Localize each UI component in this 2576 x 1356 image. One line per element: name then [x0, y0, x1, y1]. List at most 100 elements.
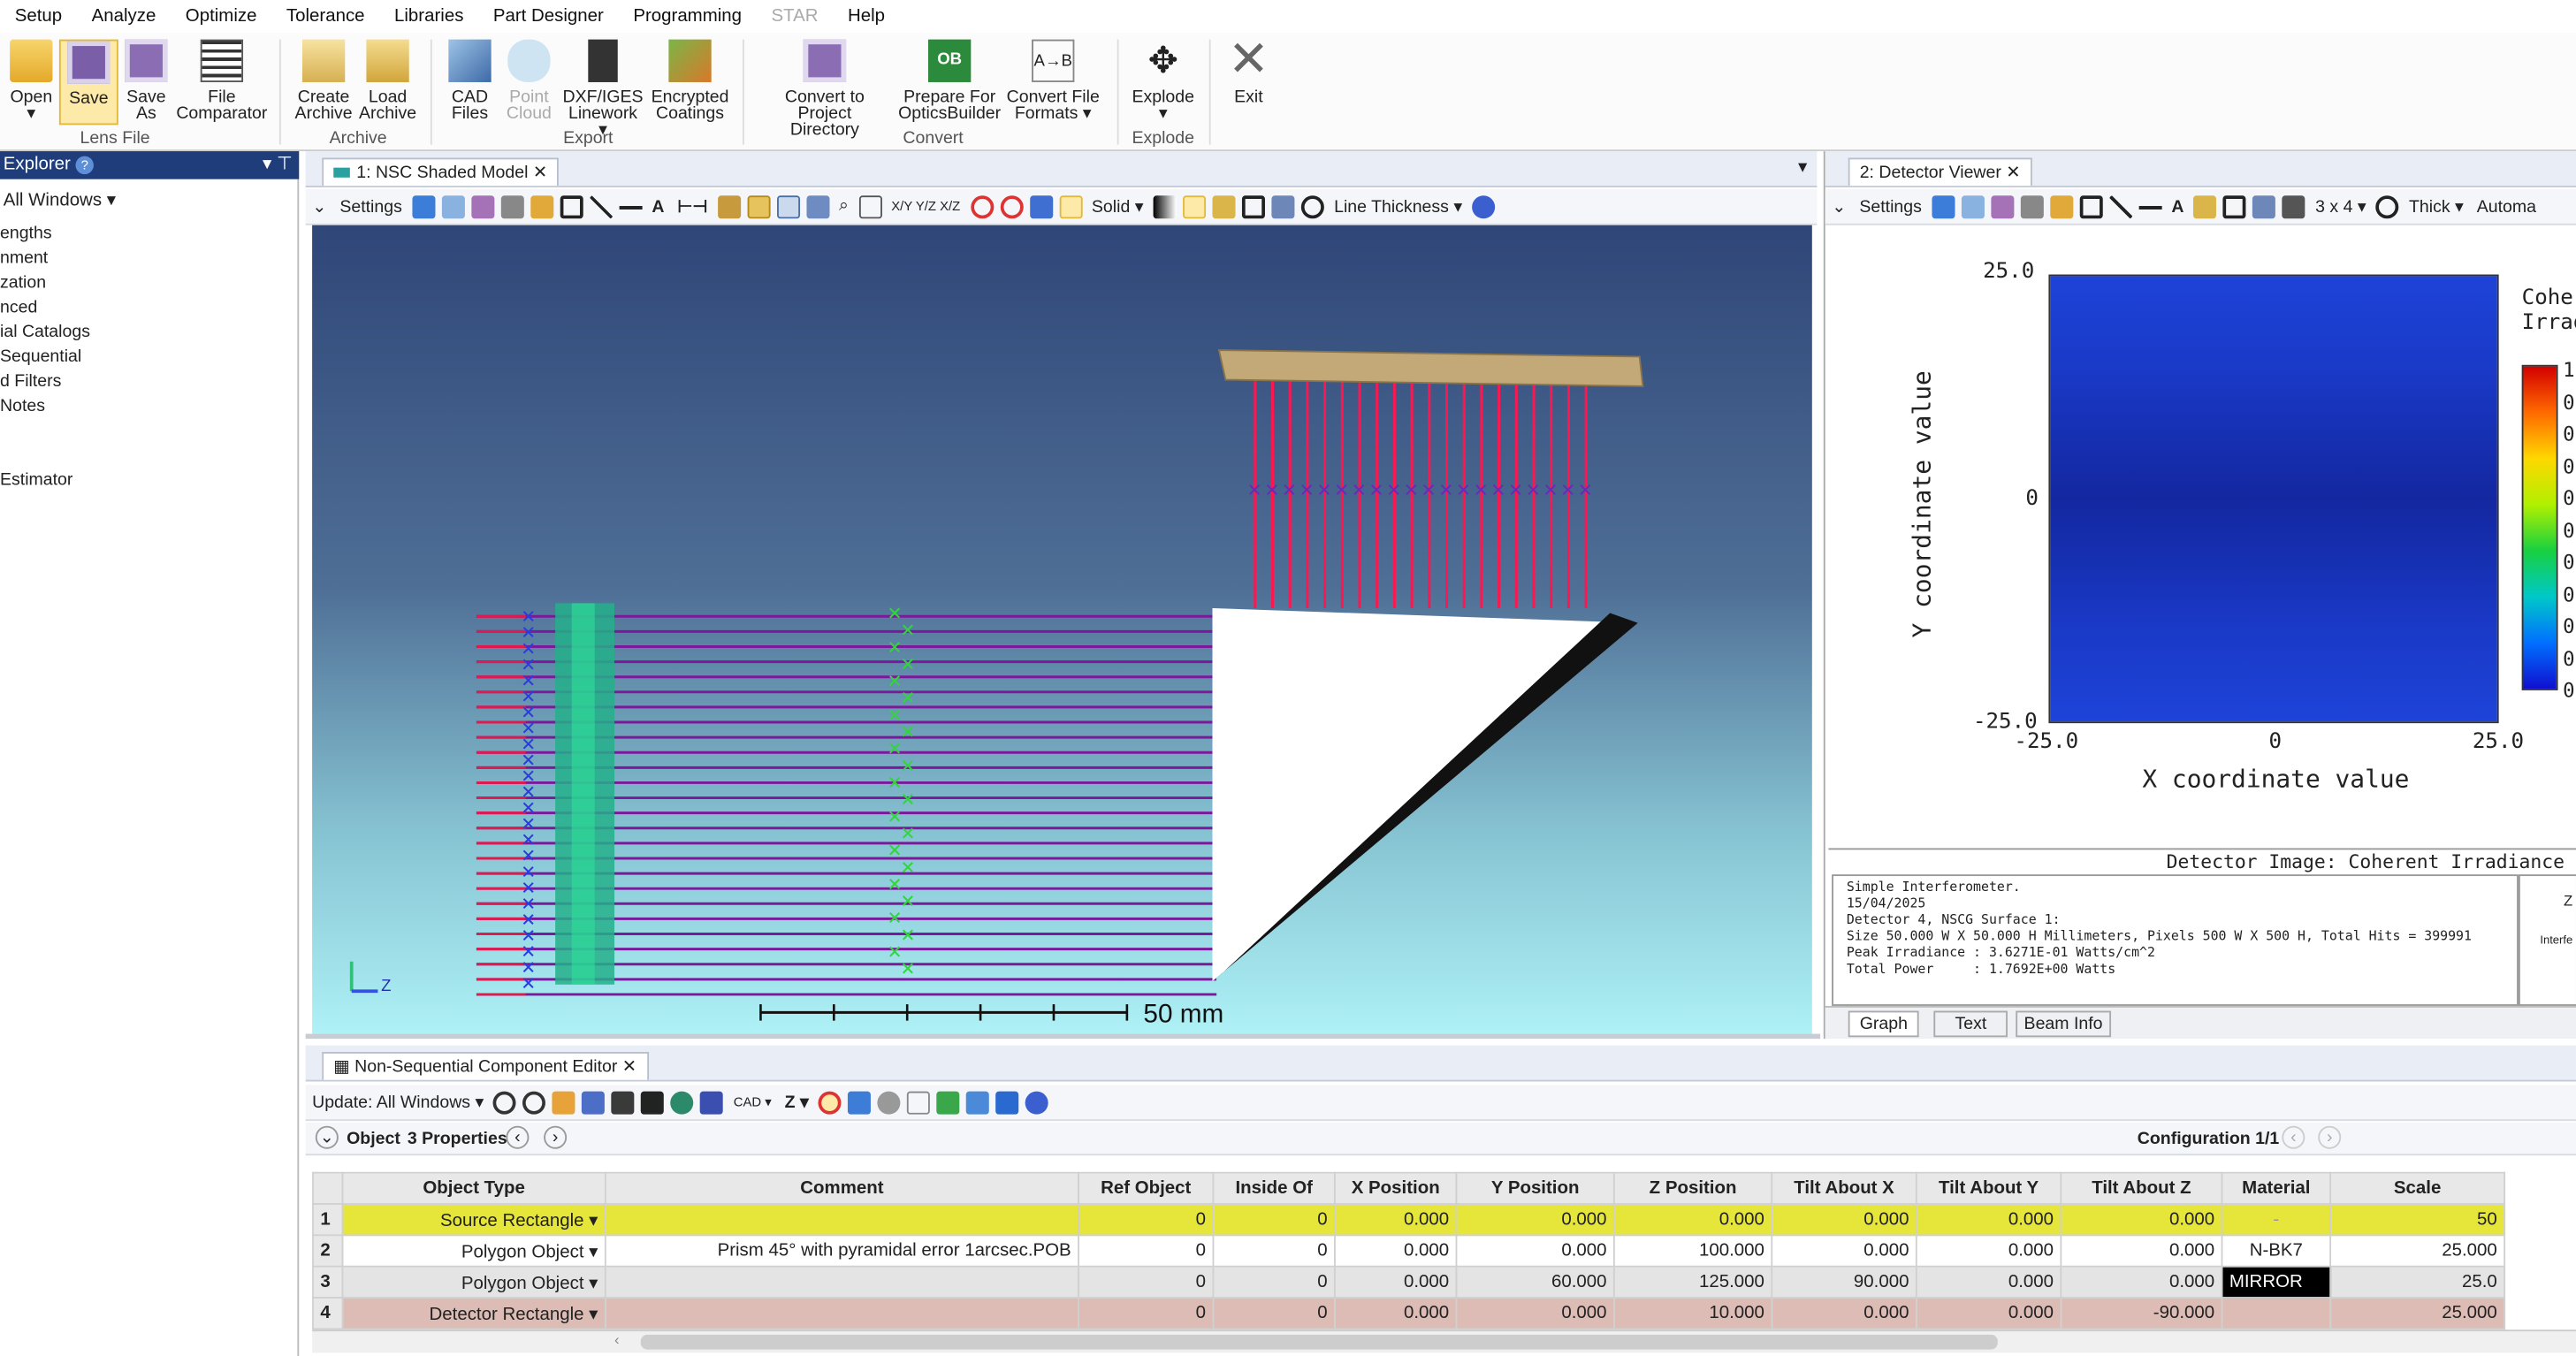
swap-icon[interactable]: [936, 1090, 960, 1114]
window-icon[interactable]: [1271, 194, 1295, 218]
menu-optimize[interactable]: Optimize: [171, 6, 271, 26]
config-next-icon[interactable]: ›: [2318, 1125, 2342, 1149]
menu-help[interactable]: Help: [833, 6, 899, 26]
encrypted-coatings-button[interactable]: Encrypted Coatings: [651, 39, 729, 122]
prev-icon[interactable]: ‹: [506, 1125, 530, 1149]
settings-button[interactable]: Settings: [339, 196, 402, 216]
explorer-item[interactable]: d Filters: [0, 371, 61, 391]
table-cell[interactable]: Source Rectangle ▾: [341, 1203, 606, 1237]
close-icon[interactable]: ✕: [533, 163, 547, 182]
menu-programming[interactable]: Programming: [619, 6, 757, 26]
table-cell[interactable]: 0.000: [2060, 1234, 2223, 1268]
column-header[interactable]: Z Position: [1612, 1171, 1773, 1205]
table-cell[interactable]: 0.000: [1334, 1297, 1458, 1330]
text-icon[interactable]: A: [652, 196, 664, 216]
table-cell[interactable]: 25.000: [2329, 1234, 2506, 1268]
gradient-icon[interactable]: [1153, 194, 1177, 218]
table-cell[interactable]: 0.000: [1915, 1297, 2062, 1330]
table-cell[interactable]: 25.0: [2329, 1265, 2506, 1299]
layout-icon[interactable]: [612, 1090, 636, 1114]
table-cell[interactable]: 0.000: [2060, 1265, 2223, 1299]
view-xy-icon[interactable]: X/Y Y/Z X/Z: [891, 199, 960, 214]
zoom-box-icon[interactable]: [776, 194, 800, 218]
zoom-icon[interactable]: ⌕: [839, 195, 849, 217]
column-header[interactable]: X Position: [1334, 1171, 1458, 1205]
left-right-arrow-icon[interactable]: [966, 1090, 990, 1114]
pencil-icon[interactable]: [530, 194, 553, 218]
line-icon[interactable]: [619, 194, 643, 218]
help-icon[interactable]: [1025, 1090, 1049, 1114]
table-row[interactable]: 4 Detector Rectangle ▾ 0 0 0.000 0.000 10.000 0…: [312, 1297, 2506, 1330]
column-header[interactable]: Ref Object: [1078, 1171, 1215, 1205]
table-cell[interactable]: [604, 1297, 1079, 1330]
text-icon[interactable]: A: [2171, 196, 2184, 216]
next-icon[interactable]: ›: [544, 1125, 568, 1149]
save-button[interactable]: Save: [58, 39, 118, 126]
table-cell[interactable]: 100.000: [1612, 1234, 1773, 1268]
table-cell[interactable]: 0: [1212, 1297, 1336, 1330]
create-archive-button[interactable]: Create Archive: [293, 39, 355, 122]
gear-icon[interactable]: [522, 1090, 546, 1114]
rectangle-icon[interactable]: [2079, 194, 2103, 218]
layout-icon[interactable]: [2223, 194, 2247, 218]
table-cell[interactable]: -: [2221, 1203, 2332, 1237]
tab-graph[interactable]: Graph: [1848, 1010, 1919, 1038]
table-cell[interactable]: 0: [1212, 1203, 1336, 1237]
solid-dropdown[interactable]: Solid ▾: [1092, 196, 1144, 216]
exit-button[interactable]: ✕ Exit: [1219, 35, 1278, 105]
line-thickness-dropdown[interactable]: Line Thickness ▾: [1334, 196, 1462, 216]
print-icon[interactable]: [500, 194, 524, 218]
tab-detector-viewer[interactable]: 2: Detector Viewer ✕: [1848, 157, 2032, 187]
table-cell[interactable]: 0.000: [1334, 1265, 1458, 1299]
table-cell[interactable]: 0.000: [1915, 1265, 2062, 1299]
column-header[interactable]: Scale: [2329, 1171, 2506, 1205]
horizontal-scrollbar[interactable]: ‹: [312, 1329, 2576, 1353]
table-cell[interactable]: 0.000: [1455, 1234, 1615, 1268]
rectangle-icon[interactable]: [560, 194, 583, 218]
table-cell[interactable]: 0.000: [2060, 1203, 2223, 1237]
prepare-opticsbuilder-button[interactable]: OB Prepare For OpticsBuilder: [897, 39, 1002, 122]
tab-beam-info[interactable]: Beam Info: [2016, 1010, 2111, 1038]
copy-icon[interactable]: [441, 194, 465, 218]
window-icon[interactable]: [2252, 194, 2276, 218]
lock-icon[interactable]: [1212, 194, 1236, 218]
table-cell[interactable]: 0.000: [1455, 1203, 1615, 1237]
no-rays-icon[interactable]: [970, 194, 994, 218]
properties-label[interactable]: 3 Properties: [408, 1129, 507, 1148]
frame-icon[interactable]: [1058, 194, 1082, 218]
right-arrow-icon[interactable]: [995, 1090, 1019, 1114]
column-header[interactable]: Material: [2221, 1171, 2332, 1205]
table-cell[interactable]: 25.000: [2329, 1297, 2506, 1330]
table-cell[interactable]: Polygon Object ▾: [341, 1234, 606, 1268]
table-cell[interactable]: 125.000: [1612, 1265, 1773, 1299]
ray-trace-icon[interactable]: [582, 1090, 606, 1114]
menu-star[interactable]: STAR: [757, 6, 833, 26]
column-header[interactable]: Tilt About X: [1771, 1171, 1917, 1205]
layers-icon[interactable]: [2282, 194, 2306, 218]
explorer-item[interactable]: nment: [0, 248, 48, 268]
close-icon[interactable]: ✕: [2006, 163, 2020, 182]
pin-icon[interactable]: ▾ ⊤: [263, 151, 293, 179]
table-cell[interactable]: 0.000: [1771, 1203, 1917, 1237]
scroll-left-icon[interactable]: ‹: [614, 1331, 620, 1348]
automatic-dropdown[interactable]: Automa: [2477, 196, 2536, 216]
cad-dropdown[interactable]: CAD ▾: [734, 1094, 772, 1109]
settings-chevron-icon[interactable]: ⌄: [312, 196, 326, 216]
table-cell[interactable]: Detector Rectangle ▾: [341, 1297, 606, 1330]
table-cell[interactable]: 0: [1078, 1265, 1215, 1299]
column-header[interactable]: Tilt About Z: [2060, 1171, 2223, 1205]
z-dropdown[interactable]: Z ▾: [785, 1093, 809, 1112]
table-row[interactable]: 1 Source Rectangle ▾ 0 0 0.000 0.000 0.000 0.00…: [312, 1203, 2506, 1237]
table-cell[interactable]: 0.000: [1334, 1203, 1458, 1237]
table-row[interactable]: 3 Polygon Object ▾ 0 0 0.000 60.000 125.000 90.…: [312, 1265, 2506, 1299]
column-header[interactable]: Y Position: [1455, 1171, 1615, 1205]
save-icon[interactable]: [1990, 194, 2014, 218]
config-prev-icon[interactable]: ‹: [2282, 1125, 2305, 1149]
splitter[interactable]: [305, 1033, 1821, 1040]
tab-nsc-editor[interactable]: ▦ Non-Sequential Component Editor ✕: [322, 1052, 649, 1080]
load-archive-button[interactable]: Load Archive: [358, 39, 417, 122]
shaded-model-viewport[interactable]: ✕ ✕ ✕ ✕ ✕ ✕ ✕ ✕ ✕ ✕ ✕ ✕ ✕ ✕ ✕ ✕ ✕ ✕ ✕ ✕ ✕ ✕ ✕ ✕ ✕ ✕ ✕ ✕ ✕ ✕ ✕ ✕ ✕ ✕ ✕ ✕ ✕ ✕ ✕ ✕…: [312, 225, 1812, 1034]
highlight-icon[interactable]: [1183, 194, 1207, 218]
help-icon[interactable]: [1472, 194, 1496, 218]
grid-icon[interactable]: [641, 1090, 665, 1114]
